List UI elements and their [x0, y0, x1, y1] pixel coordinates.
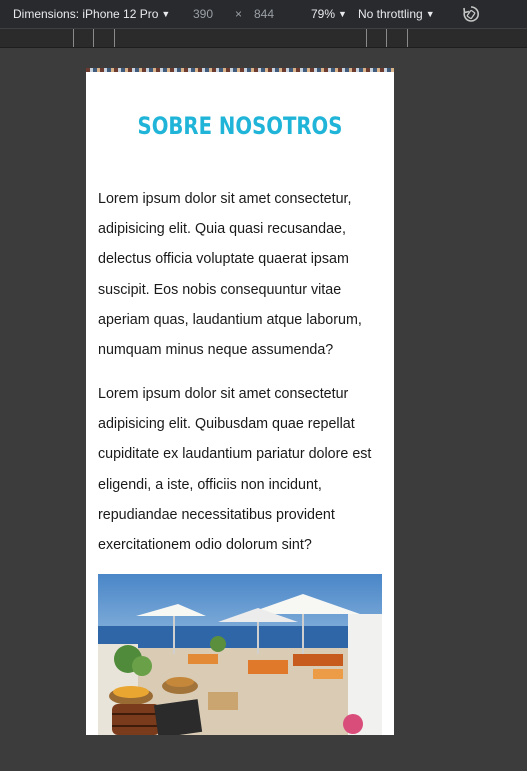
about-paragraph-2: Lorem ipsum dolor sit amet consectetur a… — [98, 386, 372, 554]
device-selector[interactable]: Dimensions: iPhone 12 Pro ▼ — [13, 7, 170, 21]
zoom-label: 79% — [311, 7, 336, 21]
ruler-marker — [114, 29, 115, 47]
width-input[interactable]: 390 — [193, 7, 213, 21]
media-query-ruler[interactable] — [0, 29, 527, 48]
about-paragraph-1: Lorem ipsum dolor sit amet consectetur, … — [98, 191, 362, 359]
devtools-device-toolbar: Dimensions: iPhone 12 Pro ▼ 390 × 844 79%… — [0, 0, 527, 29]
chevron-down-icon: ▼ — [161, 9, 171, 19]
height-input[interactable]: 844 — [254, 7, 274, 21]
ruler-marker — [386, 29, 387, 47]
ruler-marker — [93, 29, 94, 47]
device-viewport: SOBRE NOSOTROS Lorem ipsum dolor sit ame… — [86, 68, 394, 735]
chevron-down-icon: ▼ — [338, 9, 347, 19]
chevron-down-icon: ▼ — [425, 9, 435, 19]
zoom-selector[interactable]: 79% ▼ — [311, 7, 347, 21]
ruler-marker — [366, 29, 367, 47]
terrace-photo — [98, 574, 382, 735]
throttling-selector[interactable]: No throttling ▼ — [358, 7, 435, 21]
ruler-marker — [73, 29, 74, 47]
header-image-edge — [86, 68, 394, 72]
page-title: SOBRE NOSOTROS — [137, 112, 343, 140]
dimension-separator: × — [235, 7, 243, 21]
device-label: Dimensions: iPhone 12 Pro — [13, 7, 159, 21]
throttling-label: No throttling — [358, 7, 423, 21]
rotate-icon[interactable] — [461, 4, 481, 27]
ruler-marker — [407, 29, 408, 47]
